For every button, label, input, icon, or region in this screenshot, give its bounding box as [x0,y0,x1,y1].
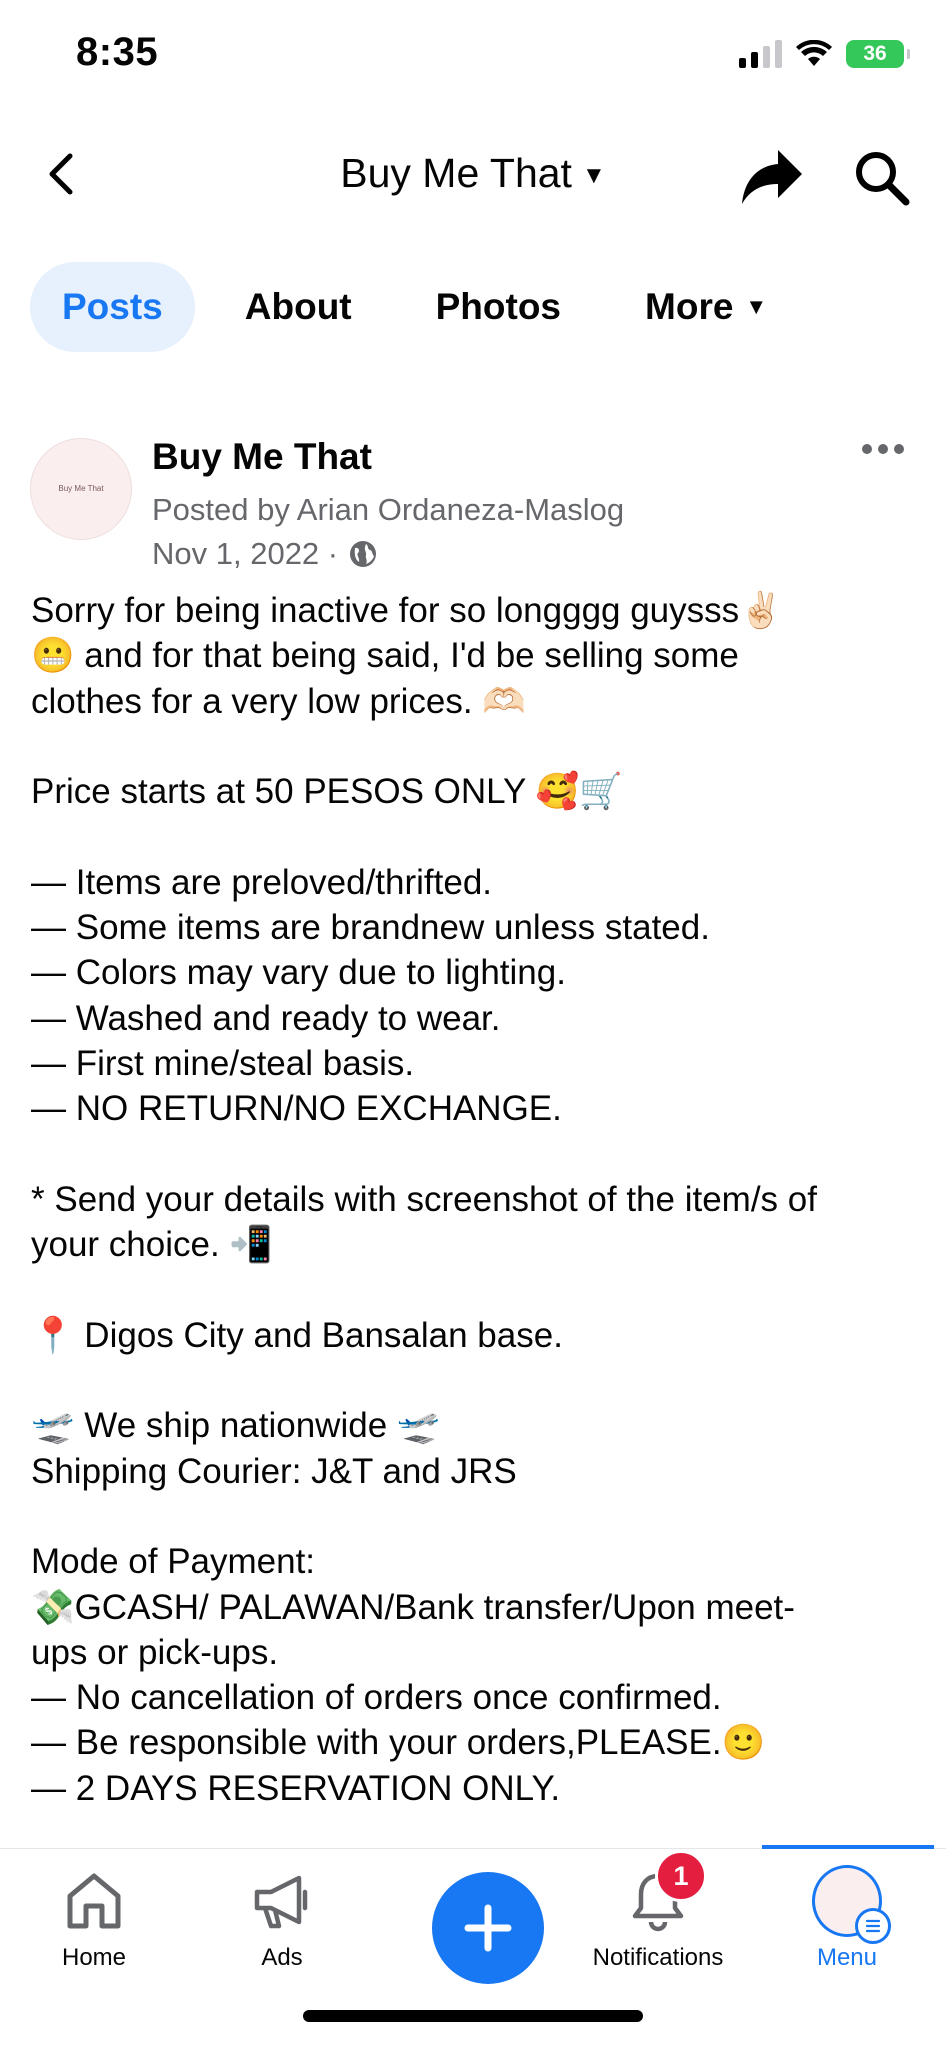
post-line: — Washed and ready to wear. [31,998,501,1038]
search-icon[interactable] [852,148,912,208]
plus-icon [464,1904,512,1952]
post-line [31,1358,921,1403]
battery-icon: 36 [846,40,910,68]
home-indicator [303,2010,643,2022]
nav-menu-label: Menu [816,1944,878,1971]
chevron-down-icon: ▼ [581,162,606,190]
post-line [31,814,921,859]
chevron-down-icon: ▼ [745,294,768,319]
post-line [31,1494,921,1539]
share-icon[interactable] [740,144,804,208]
post-line: — Some items are brandnew unless stated. [31,908,710,948]
signal-icon [739,40,782,68]
wifi-icon [796,40,832,66]
post-line: 📍 Digos City and Bansalan base. [31,1315,563,1355]
page-avatar[interactable]: Buy Me That [30,438,132,540]
nav-ads-label: Ads [261,1944,303,1971]
post-line: ups or pick-ups. [31,1632,279,1672]
page-title-dropdown[interactable]: Buy Me That ▼ [0,150,946,197]
post-line: — NO RETURN/NO EXCHANGE. [31,1089,562,1129]
post-line: — 2 DAYS RESERVATION ONLY. [31,1768,561,1808]
post-line: * Send your details with screenshot of t… [31,1179,817,1219]
status-icons: 36 [739,40,910,68]
nav-active-indicator [762,1845,934,1849]
post-line: your choice. 📲 [31,1225,274,1265]
home-icon [67,1873,121,1929]
nav-ads[interactable]: Ads [192,1866,372,1972]
post-line [31,724,921,769]
post-line: Mode of Payment: [31,1542,316,1582]
nav-home[interactable]: Home [4,1866,184,1972]
avatar-logo-text: Buy Me That [58,483,104,493]
post-line: Sorry for being inactive for so longggg … [31,591,783,630]
post-line: Price starts at 50 PESOS ONLY 🥰🛒 [31,772,623,812]
nav-menu[interactable]: Menu [757,1865,937,1972]
post-line: clothes for a very low prices. 🫶🏻 [31,681,526,721]
tab-label: About [244,286,352,327]
tab-more[interactable]: More ▼ [645,262,767,352]
menu-lines-icon [855,1908,891,1944]
nav-notifications[interactable]: 1 Notifications [568,1850,748,1972]
menu-avatar [812,1865,891,1944]
tab-photos[interactable]: Photos [436,262,561,352]
post-line: Shipping Courier: J&T and JRS [31,1451,517,1491]
more-options-icon[interactable] [862,444,904,454]
post-line: 🛫 We ship nationwide 🛫 [31,1406,441,1446]
globe-icon [350,541,377,567]
post-line: 💸GCASH/ PALAWAN/Bank transfer/Upon meet- [31,1587,795,1627]
page-title: Buy Me That [340,150,572,196]
tab-about[interactable]: About [245,262,352,352]
create-post-button[interactable] [432,1872,544,1984]
tab-label: Photos [435,286,562,327]
post-meta: Nov 1, 2022 · [152,536,378,572]
tab-label: More [645,286,734,327]
post-line: — Colors may vary due to lighting. [31,953,566,993]
battery-level: 36 [863,42,887,65]
post-line [31,1267,921,1312]
post-line: 😬 and for that being said, I'd be sellin… [31,636,739,676]
post-page-name[interactable]: Buy Me That [152,436,372,478]
post-text: Sorry for being inactive for so longggg … [31,588,921,1811]
post-line: — No cancellation of orders once confirm… [31,1678,722,1718]
tab-posts[interactable]: Posts [30,262,195,352]
post-date[interactable]: Nov 1, 2022 · [152,536,338,572]
post-line: — Items are preloved/thrifted. [31,862,493,902]
nav-notifications-label: Notifications [592,1944,724,1971]
status-time: 8:35 [76,30,159,74]
post-line: — First mine/steal basis. [31,1043,415,1083]
page-tabs: Posts About Photos More ▼ [30,262,767,352]
nav-home-label: Home [61,1944,127,1971]
tab-label: Posts [62,286,163,327]
post-author[interactable]: Posted by Arian Ordaneza-Maslog [152,492,624,528]
notification-badge: 1 [655,1850,707,1902]
post-line: — Be responsible with your orders,PLEASE… [31,1723,766,1763]
post-line [31,1132,921,1177]
megaphone-icon [254,1875,308,1929]
